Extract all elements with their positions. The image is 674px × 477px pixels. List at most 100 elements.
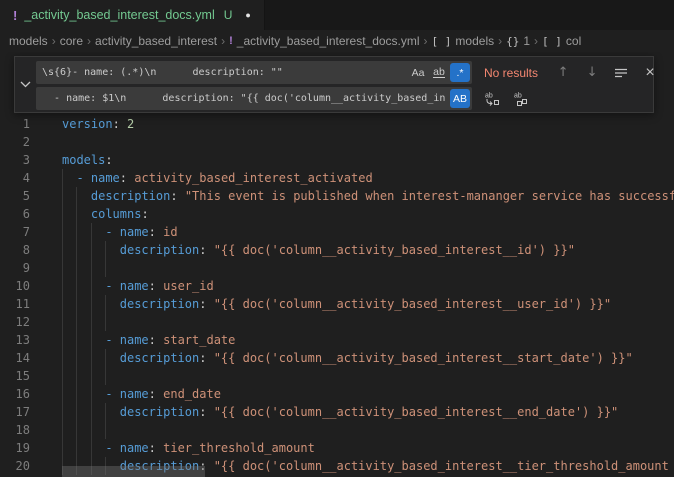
code-token: :	[120, 169, 127, 187]
indent-guide	[62, 259, 76, 277]
match-case-button[interactable]: Aa	[408, 63, 428, 82]
replace-button[interactable]: ab	[481, 88, 503, 110]
code-line[interactable]: 17description: "{{ doc('column__activity…	[0, 403, 674, 421]
breadcrumb-item[interactable]: {} 1	[506, 34, 530, 48]
line-number: 15	[0, 367, 30, 385]
code-token: version	[62, 115, 113, 133]
code-content: - name: id	[62, 223, 178, 241]
indent-guide	[76, 331, 90, 349]
indent-guide	[105, 403, 119, 421]
code-line[interactable]: 6columns:	[0, 205, 674, 223]
code-token: :	[113, 115, 120, 133]
indent-guide	[62, 277, 76, 295]
indent-guide	[91, 349, 105, 367]
line-number: 3	[0, 151, 30, 169]
code-token: 2	[120, 115, 134, 133]
indent-guide	[91, 241, 105, 259]
indent-guide	[91, 439, 105, 457]
previous-match-button[interactable]: ↑	[552, 62, 574, 84]
whole-word-button[interactable]: ab	[429, 63, 449, 82]
code-token: "This event is published when interest-m…	[178, 187, 674, 205]
find-results-status: No results	[484, 66, 538, 80]
find-query-text: \s{6}- name: (.*)\n description: ""	[42, 67, 407, 78]
code-line[interactable]: 13- name: start_date	[0, 331, 674, 349]
code-line[interactable]: 9	[0, 259, 674, 277]
code-token: description	[120, 349, 199, 367]
indent-guide	[76, 403, 90, 421]
indent-guide	[76, 295, 90, 313]
breadcrumb-label: _activity_based_interest_docs.yml	[237, 34, 420, 48]
code-token: columns	[91, 205, 142, 223]
line-number: 11	[0, 295, 30, 313]
code-token: id	[156, 223, 178, 241]
breadcrumb-item[interactable]: models	[9, 34, 48, 48]
code-token: :	[170, 187, 177, 205]
indent-guide	[62, 223, 76, 241]
regex-button[interactable]: .*	[450, 63, 470, 82]
code-line[interactable]: 16- name: end_date	[0, 385, 674, 403]
indent-guide	[62, 421, 76, 439]
code-line[interactable]: 1version: 2	[0, 115, 674, 133]
breadcrumb-item[interactable]: !_activity_based_interest_docs.yml	[229, 34, 419, 48]
code-line[interactable]: 3models:	[0, 151, 674, 169]
code-token: - name	[76, 169, 119, 187]
code-content: columns:	[62, 205, 149, 223]
code-content	[62, 259, 120, 277]
find-input[interactable]: \s{6}- name: (.*)\n description: "" Aa a…	[36, 61, 472, 84]
indent-guide	[62, 349, 76, 367]
close-find-button[interactable]: ×	[639, 62, 661, 84]
code-line[interactable]: 14description: "{{ doc('column__activity…	[0, 349, 674, 367]
indent-guide	[105, 313, 119, 331]
code-token: activity_based_interest_activated	[127, 169, 373, 187]
code-content: - name: tier_threshold_amount	[62, 439, 315, 457]
code-content: description: "{{ doc('column__activity_b…	[62, 295, 611, 313]
breadcrumb-label: models	[455, 34, 494, 48]
indent-guide	[62, 439, 76, 457]
breadcrumb-item[interactable]: core	[60, 34, 83, 48]
code-line[interactable]: 4- name: activity_based_interest_activat…	[0, 169, 674, 187]
indent-guide	[91, 367, 105, 385]
code-line[interactable]: 7- name: id	[0, 223, 674, 241]
breadcrumb-item[interactable]: activity_based_interest	[95, 34, 217, 48]
code-token: description	[120, 403, 199, 421]
code-line[interactable]: 5description: "This event is published w…	[0, 187, 674, 205]
code-line[interactable]: 12	[0, 313, 674, 331]
code-line[interactable]: 2	[0, 133, 674, 151]
object-symbol-icon: {}	[506, 35, 519, 48]
indent-guide	[62, 367, 76, 385]
horizontal-scrollbar[interactable]	[62, 466, 205, 477]
indent-guide	[76, 313, 90, 331]
replace-input[interactable]: - name: $1\n description: "{{ doc('colum…	[36, 87, 472, 110]
indent-guide	[91, 421, 105, 439]
code-line[interactable]: 8description: "{{ doc('column__activity_…	[0, 241, 674, 259]
preserve-case-button[interactable]: AB	[450, 89, 470, 108]
code-line[interactable]: 11 description: "{{ doc('column__activity…	[0, 295, 674, 313]
breadcrumb-item[interactable]: [ ]models	[432, 34, 495, 48]
breadcrumb: models›core›activity_based_interest›!_ac…	[0, 30, 674, 52]
breadcrumb-label: 1	[523, 34, 530, 48]
editor-tab[interactable]: ! _activity_based_interest_docs.yml U ●	[0, 0, 265, 30]
breadcrumb-item[interactable]: [ ]col	[542, 34, 581, 48]
indent-guide	[76, 241, 90, 259]
code-token: :	[149, 223, 156, 241]
code-line[interactable]: 10- name: user_id	[0, 277, 674, 295]
indent-guide	[105, 241, 119, 259]
next-match-button[interactable]: ↓	[581, 62, 603, 84]
yaml-file-icon: !	[13, 8, 17, 23]
code-token: :	[141, 205, 148, 223]
replace-all-button[interactable]: ab	[510, 88, 532, 110]
code-token: - name	[105, 439, 148, 457]
line-number: 10	[0, 277, 30, 295]
code-line[interactable]: 19- name: tier_threshold_amount	[0, 439, 674, 457]
breadcrumb-label: col	[566, 34, 581, 48]
line-number: 2	[0, 133, 30, 151]
breadcrumb-separator: ›	[424, 34, 428, 48]
git-status-badge: U	[224, 8, 233, 22]
code-line[interactable]: 15	[0, 367, 674, 385]
find-in-selection-button[interactable]	[610, 62, 632, 84]
toggle-replace-button[interactable]	[15, 57, 36, 112]
code-line[interactable]: 18	[0, 421, 674, 439]
find-replace-widget: \s{6}- name: (.*)\n description: "" Aa a…	[14, 56, 654, 113]
dirty-indicator-dot[interactable]: ●	[245, 10, 250, 20]
indent-guide	[76, 349, 90, 367]
